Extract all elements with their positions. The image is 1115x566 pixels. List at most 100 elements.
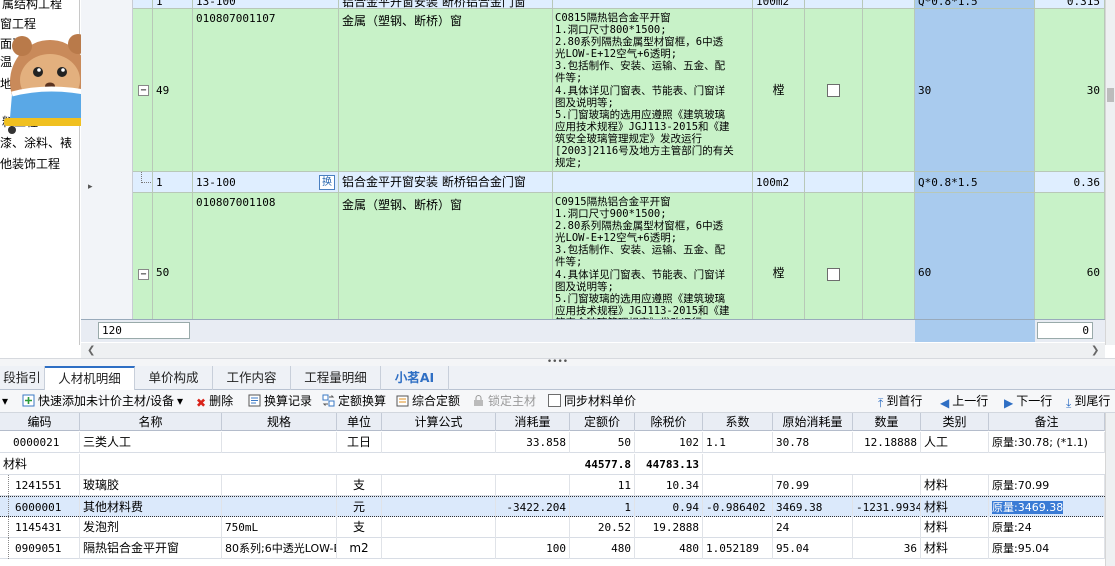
item-check-cell[interactable] [805,193,863,319]
sub-blank-cell[interactable] [863,172,915,193]
formula-cell[interactable] [382,538,496,559]
tab-work-content[interactable]: 工作内容 [213,366,291,390]
item-unit-cell[interactable]: 樘 [753,193,805,319]
collapse-icon[interactable]: − [138,269,149,280]
coefficient-cell[interactable]: 1.052189 [703,538,773,559]
sub-name-cell[interactable]: 铝合金平开窗安装 断桥铝合金门窗 [339,0,553,9]
remark-cell[interactable]: 原量:24 [989,517,1105,538]
quantity-cell[interactable]: -1231.99344 [853,497,921,518]
formula-cell[interactable] [382,517,496,538]
name-cell[interactable]: 发泡剂 [80,517,222,538]
item-name-cell[interactable]: 金属（塑钢、断桥）窗 [339,193,553,319]
column-header-remark[interactable]: 备注 [989,413,1105,431]
unit-cell[interactable]: 支 [337,475,382,496]
horizontal-scrollbar[interactable]: ❮ ❯ [81,343,1105,359]
sub-unit-cell[interactable]: 100m2 [753,0,805,9]
original-consumption-cell[interactable]: 3469.38 [773,497,853,518]
swap-record-button[interactable]: 换算记录 [248,393,312,410]
sync-price-toggle[interactable]: 同步材料单价 [548,393,636,410]
prev-row-button[interactable]: ◀ 上一行 [940,393,988,410]
scroll-thumb[interactable] [1107,88,1114,102]
sub-blank-cell[interactable] [863,0,915,9]
original-consumption-cell[interactable]: 24 [773,517,853,538]
formula-cell[interactable] [382,432,496,453]
combined-quota-button[interactable]: 综合定额 [396,393,460,410]
tab-ai-assistant[interactable]: 小茗AI [381,366,449,390]
name-cell[interactable]: 隔热铝合金平开窗 [80,538,222,559]
item-unit-cell[interactable]: 樘 [753,9,805,172]
item-qty-cell[interactable]: 30 [1035,9,1105,172]
dropdown-arrow-icon[interactable]: ▾ [2,393,8,410]
unit-cell[interactable]: 元 [337,497,382,518]
quantity-cell[interactable] [853,475,921,496]
consumption-cell[interactable]: -3422.204 [496,497,570,518]
swap-icon[interactable]: 换 [319,175,335,190]
sub-unit-cell[interactable]: 100m2 [753,172,805,193]
tab-labor-material-machine[interactable]: 人材机明细 [45,366,135,391]
item-blank-cell[interactable] [863,9,915,172]
table-row[interactable]: 1241551 玻璃胶 支 11 10.34 70.99 材料 原量:70.99 [0,475,1105,496]
column-header-coefficient[interactable]: 系数 [703,413,773,431]
table-row[interactable]: 0000021 三类人工 工日 33.858 50 102 1.1 30.78 … [0,432,1105,453]
name-cell[interactable]: 玻璃胶 [80,475,222,496]
quick-add-button[interactable]: 快速添加未计价主材/设备 ▾ [22,393,183,410]
code-cell[interactable]: 0000021 [10,432,80,453]
remark-cell[interactable]: 原量:3469.38 [989,497,1105,518]
item-row-number[interactable]: 49 [153,9,193,172]
item-blank-cell[interactable] [863,193,915,319]
category-cell[interactable]: 材料 [921,475,989,496]
code-cell[interactable]: 1241551 [12,475,80,496]
column-header-code[interactable]: 编码 [0,413,80,431]
remark-selected-text[interactable]: 原量:3469.38 [992,501,1064,514]
sub-code-cell[interactable]: 13-100 [193,0,339,9]
item-code-cell[interactable]: 010807001108 [193,193,339,319]
formula-cell[interactable] [382,497,496,518]
spec-cell[interactable] [222,432,337,453]
quota-price-cell[interactable]: 20.52 [570,517,635,538]
table-vertical-scrollbar[interactable] [1105,413,1115,566]
item-name-cell[interactable]: 金属（塑钢、断桥）窗 [339,9,553,172]
unit-cell[interactable]: 支 [337,517,382,538]
consumption-cell[interactable] [496,475,570,496]
consumption-cell[interactable]: 100 [496,538,570,559]
panel-splitter[interactable]: •••• [0,358,1115,367]
column-header-category[interactable]: 类别 [921,413,989,431]
unit-cell[interactable]: 工日 [337,432,382,453]
sub-formula-cell[interactable]: Q*0.8*1.5 [915,172,1035,193]
quota-price-cell[interactable]: 11 [570,475,635,496]
lock-material-button[interactable]: 锁定主材 [472,393,536,410]
delete-button[interactable]: ✖ 删除 [196,393,233,410]
quota-price-cell[interactable]: 50 [570,432,635,453]
sub-name-cell[interactable]: 铝合金平开窗安装 断桥铝合金门窗 [339,172,553,193]
resource-detail-table[interactable]: 编码 名称 规格 单位 计算公式 消耗量 定额价 除税价 系数 原始消耗量 数量… [0,413,1105,566]
item-formula-cell[interactable]: 30 [915,9,1035,172]
category-cell[interactable]: 材料 [921,538,989,559]
remark-cell[interactable]: 原量:95.04 [989,538,1105,559]
column-header-name[interactable]: 名称 [80,413,222,431]
original-consumption-cell[interactable]: 95.04 [773,538,853,559]
spec-cell[interactable] [222,497,337,518]
tab-guide[interactable]: 段指引 [0,366,45,390]
bill-grid[interactable]: ▸ 1 13-100 铝合金平开窗安装 断桥铝合金门窗 100m2 Q*0.8*… [81,0,1115,345]
quota-price-cell[interactable]: 480 [570,538,635,559]
go-last-button[interactable]: ⤓ 到尾行 [1066,393,1110,410]
item-qty-cell[interactable]: 60 [1035,193,1105,319]
column-header-unit[interactable]: 单位 [337,413,382,431]
spec-cell[interactable] [222,475,337,496]
quantity-input[interactable] [1037,322,1093,339]
spec-cell[interactable]: 750mL [222,517,337,538]
item-code-cell[interactable]: 010807001107 [193,9,339,172]
tab-unit-price-composition[interactable]: 单价构成 [135,366,213,390]
sub-index-cell[interactable]: 1 [153,0,193,9]
sub-desc-cell[interactable] [553,0,753,9]
tax-excluded-price-cell[interactable]: 10.34 [635,475,703,496]
table-row[interactable]: 材料 44577.8 44783.13 [0,454,1105,475]
category-cell[interactable]: 材料 [921,517,989,538]
item-formula-cell[interactable]: 60 [915,193,1035,319]
tree-item[interactable]: 漆、涂料、裱 [0,133,72,153]
item-checkbox[interactable] [827,268,840,281]
code-cell[interactable]: 1145431 [12,517,80,538]
tax-excluded-price-cell[interactable]: 0.94 [635,497,703,518]
go-first-button[interactable]: ⤒ 到首行 [878,393,922,410]
column-header-consumption[interactable]: 消耗量 [496,413,570,431]
